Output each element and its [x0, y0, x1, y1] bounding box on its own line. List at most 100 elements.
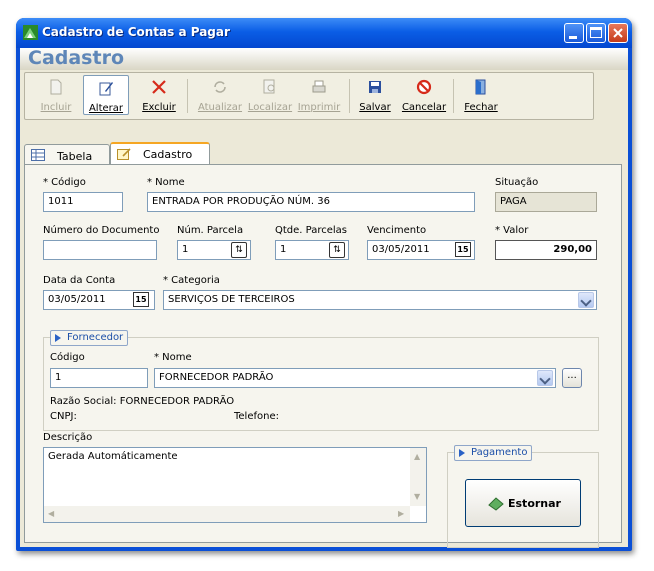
- categoria-select[interactable]: SERVIÇOS DE TERCEIROS: [163, 290, 597, 310]
- exit-door-icon: [475, 79, 486, 95]
- horizontal-scrollbar[interactable]: ◀ ▶: [44, 506, 410, 522]
- fornecedor-nome-value: FORNECEDOR PADRÃO: [159, 372, 274, 383]
- chevron-down-icon[interactable]: [537, 370, 553, 386]
- nome-input[interactable]: ENTRADA POR PRODUÇÃO NÚM. 36: [147, 192, 475, 212]
- data-conta-value: 03/05/2011: [48, 294, 106, 305]
- tab-tabela[interactable]: Tabela: [24, 144, 110, 166]
- fornecedor-codigo-input[interactable]: 1: [50, 368, 148, 388]
- fornecedor-nome-label: * Nome: [154, 352, 192, 363]
- numdoc-label: Número do Documento: [43, 225, 160, 236]
- telefone-text: Telefone:: [234, 411, 279, 422]
- razao-social-text: Razão Social: FORNECEDOR PADRÃO: [50, 396, 235, 407]
- incluir-button[interactable]: Incluir: [39, 75, 73, 115]
- estornar-label: Estornar: [508, 497, 561, 510]
- alterar-label: Alterar: [88, 103, 124, 114]
- imprimir-button[interactable]: Imprimir: [297, 75, 341, 115]
- chevron-down-icon[interactable]: [578, 292, 594, 308]
- scroll-down-icon[interactable]: ▼: [414, 492, 420, 501]
- pagamento-legend[interactable]: Pagamento: [454, 445, 533, 461]
- scroll-right-icon[interactable]: ▶: [398, 509, 404, 518]
- fechar-button[interactable]: Fechar: [461, 75, 501, 115]
- alterar-button[interactable]: Alterar: [83, 75, 129, 115]
- fornecedor-codigo-label: Código: [50, 352, 85, 363]
- data-conta-date-field[interactable]: 03/05/2011 15: [43, 290, 155, 310]
- incluir-label: Incluir: [40, 102, 72, 113]
- new-document-icon: [50, 79, 62, 95]
- fornecedor-legend-label: Fornecedor: [67, 332, 124, 343]
- tab-tabela-label: Tabela: [57, 150, 93, 163]
- table-grid-icon: [31, 149, 45, 161]
- atualizar-label: Atualizar: [197, 102, 243, 113]
- window-client: Cadastro Incluir Alterar Excluir Atualiz…: [20, 47, 628, 548]
- save-disk-icon: [369, 81, 381, 93]
- cancelar-label: Cancelar: [401, 102, 447, 113]
- qtde-parcelas-label: Qtde. Parcelas: [275, 225, 348, 236]
- fornecedor-nome-select[interactable]: FORNECEDOR PADRÃO: [154, 368, 556, 388]
- toolbar-separator: [453, 79, 454, 113]
- localizar-button[interactable]: Localizar: [247, 75, 293, 115]
- close-button[interactable]: [608, 23, 628, 43]
- app-window: Cadastro de Contas a Pagar Cadastro Incl…: [16, 18, 632, 551]
- fornecedor-browse-button[interactable]: ...: [562, 368, 582, 388]
- valor-input[interactable]: 290,00: [495, 240, 597, 260]
- num-parcela-stepper[interactable]: 1 ⇅: [177, 240, 251, 260]
- vencimento-date-field[interactable]: 03/05/2011 15: [367, 240, 475, 260]
- descricao-label: Descrição: [43, 432, 93, 443]
- situacao-field: PAGA: [495, 192, 597, 212]
- money-icon: [488, 497, 504, 511]
- maximize-button[interactable]: [586, 23, 606, 43]
- delete-x-icon: [152, 80, 166, 94]
- num-parcela-label: Núm. Parcela: [177, 225, 244, 236]
- edit-pencil-icon: [99, 82, 113, 96]
- app-logo-icon: [23, 25, 38, 40]
- cancel-icon: [416, 79, 432, 95]
- search-icon: [263, 79, 275, 94]
- pagamento-legend-label: Pagamento: [471, 447, 528, 458]
- codigo-label: * Código: [43, 177, 86, 188]
- scroll-up-icon[interactable]: ▲: [414, 452, 420, 461]
- excluir-label: Excluir: [142, 102, 176, 113]
- qtde-parcelas-value: 1: [280, 244, 287, 255]
- tab-cadastro[interactable]: Cadastro: [110, 142, 210, 166]
- scroll-left-icon[interactable]: ◀: [48, 509, 54, 518]
- spin-updown-icon[interactable]: ⇅: [231, 242, 247, 258]
- expand-triangle-icon: [55, 334, 61, 342]
- header-band: Cadastro: [20, 47, 628, 70]
- imprimir-label: Imprimir: [297, 102, 341, 113]
- fechar-label: Fechar: [464, 102, 498, 113]
- estornar-button[interactable]: Estornar: [465, 479, 581, 527]
- cancelar-button[interactable]: Cancelar: [401, 75, 447, 115]
- atualizar-button[interactable]: Atualizar: [197, 75, 243, 115]
- numdoc-input[interactable]: [43, 240, 157, 260]
- vencimento-label: Vencimento: [367, 225, 427, 236]
- toolbar-separator: [187, 79, 188, 113]
- minimize-button[interactable]: [564, 23, 584, 43]
- spin-updown-icon[interactable]: ⇅: [329, 242, 345, 258]
- fornecedor-group: Fornecedor Código 1 * Nome FORNECEDOR PA…: [43, 330, 599, 431]
- pagamento-group: Pagamento Estornar: [447, 445, 599, 548]
- page-title: Cadastro: [28, 47, 125, 69]
- title-bar[interactable]: Cadastro de Contas a Pagar: [16, 18, 632, 48]
- descricao-textarea[interactable]: Gerada Automáticamente ▲ ▼ ◀ ▶: [43, 447, 427, 523]
- data-conta-label: Data da Conta: [43, 275, 116, 286]
- qtde-parcelas-stepper[interactable]: 1 ⇅: [275, 240, 349, 260]
- vencimento-value: 03/05/2011: [372, 244, 430, 255]
- excluir-button[interactable]: Excluir: [139, 75, 179, 115]
- nome-label: * Nome: [147, 177, 185, 188]
- fornecedor-legend[interactable]: Fornecedor: [50, 330, 129, 346]
- vertical-scrollbar[interactable]: ▲ ▼: [410, 448, 426, 506]
- salvar-button[interactable]: Salvar: [357, 75, 393, 115]
- form-edit-icon: [117, 148, 131, 160]
- localizar-label: Localizar: [247, 102, 293, 113]
- codigo-input[interactable]: 1011: [43, 192, 123, 212]
- close-icon: [613, 28, 623, 38]
- salvar-label: Salvar: [359, 102, 391, 113]
- calendar-icon[interactable]: 15: [133, 292, 149, 307]
- cnpj-text: CNPJ:: [50, 411, 77, 422]
- toolbar: Incluir Alterar Excluir Atualizar Locali…: [24, 72, 594, 120]
- expand-triangle-icon: [459, 449, 465, 457]
- toolbar-separator: [349, 79, 350, 113]
- categoria-value: SERVIÇOS DE TERCEIROS: [168, 294, 295, 305]
- calendar-icon[interactable]: 15: [455, 242, 471, 257]
- descricao-value: Gerada Automáticamente: [48, 451, 178, 462]
